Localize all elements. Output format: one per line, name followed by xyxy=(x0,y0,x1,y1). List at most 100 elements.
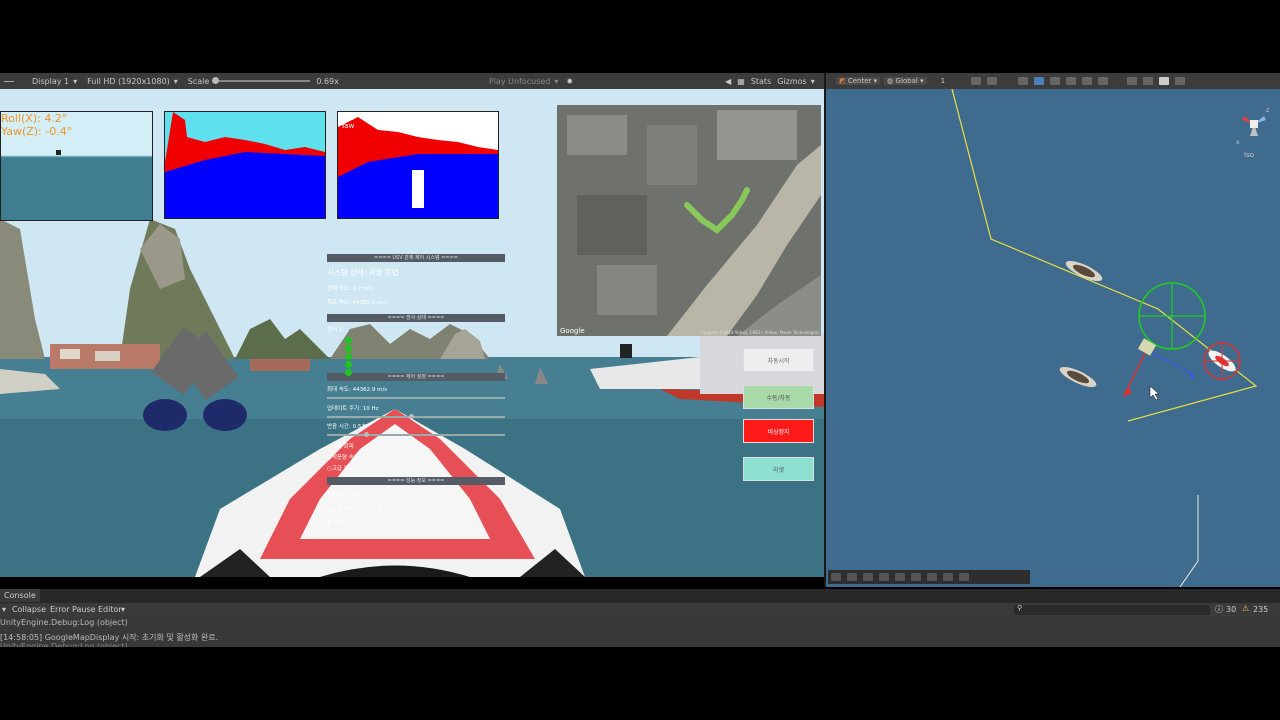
game-view-toolbar: Display 1 ▾ Full HD (1920x1080) ▾ Scale … xyxy=(0,73,824,89)
lit-icon[interactable] xyxy=(1158,77,1169,85)
speed-setting-label: 최대 속도: 44362.9 m/s xyxy=(327,387,388,393)
option-advanced-logging[interactable]: ○고급 로깅 xyxy=(327,464,505,472)
scale-value: 0.69x xyxy=(316,76,339,86)
shaded-icon[interactable] xyxy=(1142,77,1153,85)
collapse-button[interactable]: Collapse xyxy=(12,605,46,614)
play-mode-dropdown[interactable]: Play Unfocused xyxy=(489,77,551,86)
overlay-tool-icon[interactable] xyxy=(959,573,969,581)
scene-view[interactable]: x z Iso xyxy=(826,89,1280,587)
boat-model-2 xyxy=(1059,366,1097,388)
hand-tool-icon[interactable] xyxy=(1017,77,1028,85)
overlay-tool-icon[interactable] xyxy=(895,573,905,581)
space-dropdown[interactable]: ◍ Global ▾ xyxy=(884,77,927,85)
overlay-tool-icon[interactable] xyxy=(863,573,873,581)
system-status: 시스템 상태: 자율 항법 xyxy=(327,268,399,277)
pivot-dropdown[interactable]: ◩ Center ▾ xyxy=(836,77,881,85)
auto-start-button[interactable]: 자동시작 xyxy=(743,348,814,372)
overlay-tool-icon[interactable] xyxy=(879,573,889,581)
option-adaptive-speed[interactable]: ○적응형 속도 xyxy=(327,453,505,461)
scene-view-toolbar: ◩ Center ▾ ◍ Global ▾ 1 xyxy=(826,73,1280,89)
overlay-tool-icon[interactable] xyxy=(911,573,921,581)
satellite-map[interactable]: Google Imagery ©2024 Airbus, CNES / Airb… xyxy=(557,105,821,336)
snap-value[interactable]: 1 xyxy=(941,77,961,85)
reset-button[interactable]: 리셋 xyxy=(743,457,814,481)
panel-header-performance: ==== 성능 정보 ==== xyxy=(327,477,505,485)
gizmos-dropdown[interactable]: Gizmos xyxy=(777,77,806,86)
total-distance: 총 항해 거리: 10m xyxy=(327,521,372,527)
run-time: 운행 시간: 54초 xyxy=(327,493,365,499)
search-icon: ⚲ xyxy=(1017,604,1023,612)
control-panel: ==== USV 관제 제어 시스템 ==== 시스템 상태: 자율 항법 현재… xyxy=(327,254,505,544)
manual-auto-button[interactable]: 수동/자동 xyxy=(743,385,814,409)
boat-marker xyxy=(56,150,61,155)
update-rate-label: 업데이트 주기: 10 Hz xyxy=(327,406,379,412)
alert-icon[interactable]: ⚠ xyxy=(1242,604,1249,613)
editor-dropdown[interactable]: Editor xyxy=(98,605,122,614)
speed-slider[interactable] xyxy=(327,397,505,399)
target-speed: 목표 속도: 44362.9 m/s xyxy=(327,300,388,306)
sensor-label: 센서 1: xyxy=(327,327,345,333)
warning-count: 30 xyxy=(1226,605,1237,614)
yaw-readout: Yaw(Z): -0.4° xyxy=(1,125,73,138)
scale-slider[interactable] xyxy=(212,77,311,84)
segmentation-view xyxy=(164,111,326,219)
response-time-label: 반응 시간: 0.5초 xyxy=(327,424,367,430)
overlay-tool-icon[interactable] xyxy=(847,573,857,581)
cam3-label-roll: Roll xyxy=(341,114,354,122)
display-dropdown[interactable]: Display 1 xyxy=(32,77,69,86)
panel-header-control: ==== 제어 설정 ==== xyxy=(327,373,505,381)
svg-text:x: x xyxy=(1236,139,1240,146)
snap-icon[interactable] xyxy=(986,77,997,85)
map-attribution[interactable]: Imagery ©2024 Airbus, CNES / Airbus, Max… xyxy=(701,330,819,335)
console-search-input[interactable]: ⚲ xyxy=(1014,604,1210,615)
scene-canvas: x z xyxy=(951,89,1269,587)
camera-view-front: Roll(X): 4.2° Yaw(Z): -0.4° xyxy=(0,111,153,221)
log-count: 235 xyxy=(1253,605,1269,614)
log-line[interactable]: UnityEngine.Debug:Log (object) xyxy=(0,618,128,627)
response-time-slider[interactable] xyxy=(327,432,505,437)
panel-header-sensor: ==== 센서 상태 ==== xyxy=(327,314,505,322)
console-toolbar: ▾ Collapse Error Pause Editor ▾ ⚲ ⓘ 30 ⚠… xyxy=(0,603,1280,617)
scale-label: Scale xyxy=(187,76,210,86)
overlay-tool-icon[interactable] xyxy=(927,573,937,581)
segmentation-view-boat: Roll Yaw xyxy=(337,111,499,219)
rotate-tool-icon[interactable] xyxy=(1049,77,1060,85)
svg-text:z: z xyxy=(1266,107,1269,114)
roll-readout: Roll(X): 4.2° xyxy=(1,112,68,125)
error-pause-button[interactable]: Error Pause xyxy=(50,605,96,614)
option-predictive-avoidance[interactable]: ○예측 회피 xyxy=(327,442,505,450)
settings-icon[interactable]: ▦ xyxy=(737,77,745,86)
render-mode-icon[interactable] xyxy=(1174,77,1185,85)
boat-model xyxy=(1065,260,1103,282)
move-tool-icon[interactable] xyxy=(1033,77,1044,85)
emergency-stop-button[interactable]: 비상정지 xyxy=(743,419,814,443)
console-log-area[interactable]: UnityEngine.Debug:Log (object) [14:58:05… xyxy=(0,617,1280,647)
transform-tool-icon[interactable] xyxy=(1097,77,1108,85)
sensor-indicator-stack xyxy=(345,336,353,388)
grid-icon[interactable] xyxy=(970,77,981,85)
game-view[interactable]: Roll(X): 4.2° Yaw(Z): -0.4° Roll Yaw Goo… xyxy=(0,89,824,577)
orientation-gizmo: x z xyxy=(1236,107,1269,146)
warning-icon[interactable]: ⓘ xyxy=(1215,604,1223,615)
brightness-icon[interactable]: ✹ xyxy=(566,77,573,86)
rect-tool-icon[interactable] xyxy=(1081,77,1092,85)
update-rate-slider[interactable] xyxy=(327,414,505,419)
resolution-dropdown[interactable]: Full HD (1920x1080) xyxy=(87,77,170,86)
wireframe-icon[interactable] xyxy=(1126,77,1137,85)
audio-icon[interactable]: ◀ xyxy=(725,77,731,86)
waypoints-reached: 도달한 웨이포인트: 2개 xyxy=(327,507,382,513)
console-tab[interactable]: Console xyxy=(0,589,40,602)
scene-overlay-toolbar xyxy=(828,570,1030,584)
log-line[interactable]: UnityEngine.Debug:Log (object) xyxy=(0,642,128,647)
stats-button[interactable]: Stats xyxy=(751,77,771,86)
overlay-tool-icon[interactable] xyxy=(831,573,841,581)
iso-label[interactable]: Iso xyxy=(1244,151,1254,159)
clear-dropdown-icon[interactable]: ▾ xyxy=(2,605,6,614)
panel-header-system: ==== USV 관제 제어 시스템 ==== xyxy=(327,254,505,262)
overlay-tool-icon[interactable] xyxy=(943,573,953,581)
map-brand: Google xyxy=(560,327,585,335)
cam3-label-yaw: Yaw xyxy=(340,122,355,130)
scale-tool-icon[interactable] xyxy=(1065,77,1076,85)
console-tab-bar: Console xyxy=(0,589,1280,603)
current-speed: 현재 속도: 0.7 m/s xyxy=(327,286,374,292)
